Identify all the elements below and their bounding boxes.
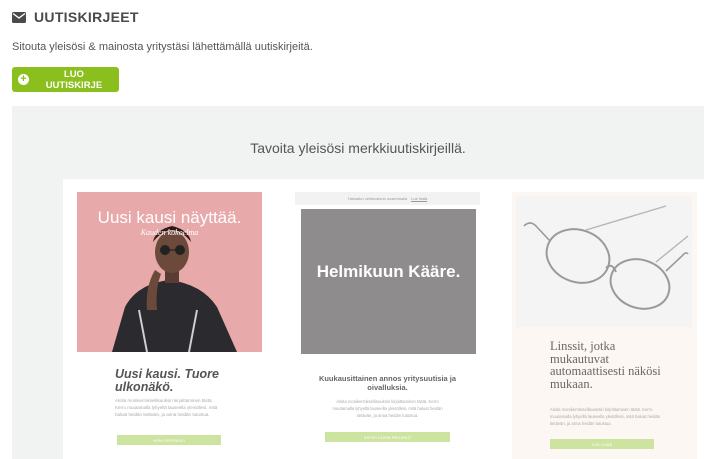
monthly-hero-title: Helmikuun Kääre. <box>316 262 461 281</box>
page-title: UUTISKIRJEET <box>34 9 139 25</box>
fashion-body-text: Aloita monikerroksellisuuksin kirjoittam… <box>115 398 218 417</box>
template-card-monthly[interactable]: Haluatko verkkosivun uusimmalla Lue lisä… <box>295 192 480 459</box>
fashion-hero-image: Uusi kausi näyttää. Kauden kokoelma <box>77 192 262 352</box>
eyewear-heading: Linssit, jotka mukautuvat automaattisest… <box>550 339 661 391</box>
create-newsletter-label: LUO UUTISKIRJE <box>45 68 103 91</box>
template-preview-strip: Uusi kausi näyttää. Kauden kokoelma Uusi… <box>63 179 704 459</box>
fashion-hero-subtitle: Kauden kokoelma <box>140 228 199 237</box>
template-card-fashion[interactable]: Uusi kausi näyttää. Kauden kokoelma Uusi… <box>77 192 262 459</box>
monthly-top-bar-text: Haluatko verkkosivun uusimmalla <box>347 196 408 201</box>
monthly-body-text: Aloita monikerroksellisuuksin kirjoittam… <box>332 399 443 418</box>
monthly-cta-button: KATSO UUSIN PROJEKTI <box>325 432 450 442</box>
eyewear-cta-button: LUE LISÄÄ <box>550 439 654 449</box>
monthly-top-bar-link: Lue lisää <box>411 196 428 201</box>
eyewear-body-text: Aloita monikerroksellisuuksin kirjoittam… <box>550 407 661 426</box>
template-showcase: Tavoita yleisösi merkkiuutiskirjeillä. U… <box>12 106 704 459</box>
fashion-cta-button: HOW SPESIKÄYI <box>117 435 221 445</box>
plus-circle-icon: + <box>18 74 29 85</box>
showcase-heading: Tavoita yleisösi merkkiuutiskirjeillä. <box>250 140 466 156</box>
envelope-icon <box>12 11 26 23</box>
monthly-top-bar: Haluatko verkkosivun uusimmalla Lue lisä… <box>295 192 480 205</box>
template-card-eyewear[interactable]: Linssit, jotka mukautuvat automaattisest… <box>512 192 697 459</box>
fashion-heading: Uusi kausi. Tuore ulkonäkö. <box>115 367 219 394</box>
monthly-heading: Kuukausittainen annos yritysuutisia ja o… <box>318 374 457 392</box>
fashion-hero-title: Uusi kausi näyttää. <box>97 208 242 227</box>
create-newsletter-button[interactable]: + LUO UUTISKIRJE <box>12 67 119 92</box>
eyewear-hero-image <box>516 196 692 327</box>
page-header: UUTISKIRJEET <box>12 9 139 25</box>
intro-text: Sitouta yleisösi & mainosta yritystäsi l… <box>12 41 313 53</box>
monthly-hero-image: Helmikuun Kääre. <box>301 209 476 354</box>
